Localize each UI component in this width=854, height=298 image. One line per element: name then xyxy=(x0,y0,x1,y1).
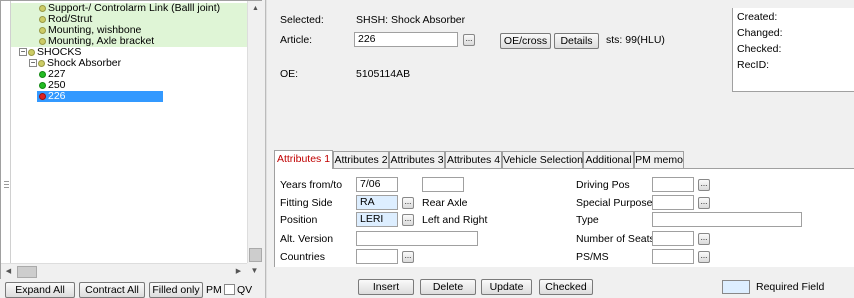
scroll-thumb[interactable] xyxy=(249,248,262,262)
created-label: Created: xyxy=(737,11,778,23)
year-from-input[interactable]: 7/06 xyxy=(356,177,398,192)
article-input[interactable]: 226 xyxy=(354,32,458,47)
countries-lookup-button[interactable]: ... xyxy=(402,251,414,263)
scroll-right-icon[interactable]: ▶ xyxy=(231,264,246,280)
status-dot-icon xyxy=(39,70,46,78)
oe-cross-button[interactable]: OE/cross xyxy=(500,33,551,49)
tree-item[interactable]: 226 xyxy=(37,91,163,102)
alt-version-input[interactable] xyxy=(356,231,478,246)
tree-item-label: 226 xyxy=(48,90,66,102)
oe-label: OE: xyxy=(280,68,299,80)
tree-view[interactable]: Support-/ Controlarm Link (Balll joint) R… xyxy=(1,1,247,263)
psms-label: PS/MS xyxy=(576,251,609,263)
splitter[interactable] xyxy=(265,0,267,298)
checked-button[interactable]: Checked xyxy=(539,279,593,295)
tab-attributes-3[interactable]: Attributes 3 xyxy=(389,151,445,169)
qv-label: QV xyxy=(237,284,253,296)
tab-attributes-4[interactable]: Attributes 4 xyxy=(445,151,502,169)
special-purpose-lookup-button[interactable]: ... xyxy=(698,197,710,209)
tree-horizontal-scrollbar[interactable]: ◀ ▶ xyxy=(1,263,247,279)
hscroll-thumb[interactable] xyxy=(17,266,37,278)
number-of-seats-input[interactable] xyxy=(652,231,694,246)
pm-checkbox[interactable] xyxy=(224,284,235,295)
status-dot-icon xyxy=(39,4,46,12)
position-label: Position xyxy=(280,214,318,226)
fitting-side-description: Rear Axle xyxy=(422,197,468,209)
application-window: Support-/ Controlarm Link (Balll joint) R… xyxy=(0,0,854,298)
position-input[interactable]: LERI xyxy=(356,212,398,227)
tab-additional[interactable]: Additional xyxy=(583,151,634,169)
special-purpose-label: Special Purpose xyxy=(576,197,653,209)
status-dot-icon xyxy=(39,81,46,89)
year-to-input[interactable] xyxy=(422,177,464,192)
contract-all-button[interactable]: Contract All xyxy=(79,282,145,298)
record-meta-panel: Created: Changed: Checked: RecID: xyxy=(732,8,854,92)
collapse-icon[interactable]: − xyxy=(19,48,27,57)
expand-all-button[interactable]: Expand All xyxy=(5,282,75,298)
checked-label: Checked: xyxy=(737,43,782,55)
selected-value: SHSH: Shock Absorber xyxy=(356,14,466,26)
tree-gutter xyxy=(1,1,11,263)
article-label: Article: xyxy=(280,34,313,46)
tab-attributes-2[interactable]: Attributes 2 xyxy=(333,151,389,169)
status-dot-icon xyxy=(39,92,46,100)
position-lookup-button[interactable]: ... xyxy=(402,214,414,226)
tab-pm-memo[interactable]: PM memo xyxy=(634,151,684,169)
fitting-side-label: Fitting Side xyxy=(280,197,333,209)
status-dot-icon xyxy=(28,48,35,56)
psms-input[interactable] xyxy=(652,249,694,264)
changed-label: Changed: xyxy=(737,27,783,39)
driving-pos-lookup-button[interactable]: ... xyxy=(698,179,710,191)
recid-label: RecID: xyxy=(737,59,770,71)
status-dot-icon xyxy=(39,15,46,23)
fitting-side-lookup-button[interactable]: ... xyxy=(402,197,414,209)
filled-only-button[interactable]: Filled only xyxy=(149,282,203,298)
years-label: Years from/to xyxy=(280,179,343,191)
status-dot-icon xyxy=(39,26,46,34)
driving-pos-label: Driving Pos xyxy=(576,179,630,191)
status-dot-icon xyxy=(39,37,46,45)
pm-label: PM xyxy=(206,284,222,296)
psms-lookup-button[interactable]: ... xyxy=(698,251,710,263)
status-text: sts: 99(HLU) xyxy=(606,34,665,46)
tab-vehicle-selection[interactable]: Vehicle Selection xyxy=(502,151,583,169)
special-purpose-input[interactable] xyxy=(652,195,694,210)
alt-version-label: Alt. Version xyxy=(280,233,334,245)
tree-item[interactable]: Support-/ Controlarm Link (Balll joint) xyxy=(11,3,247,14)
selected-label: Selected: xyxy=(280,14,324,26)
type-label: Type xyxy=(576,214,599,226)
required-field-label: Required Field xyxy=(756,281,825,293)
scroll-down-icon[interactable]: ▼ xyxy=(247,263,262,279)
type-input[interactable] xyxy=(652,212,802,227)
tree-item[interactable]: − Shock Absorber xyxy=(11,58,121,69)
update-button[interactable]: Update xyxy=(481,279,532,295)
required-field-swatch xyxy=(722,280,750,294)
driving-pos-input[interactable] xyxy=(652,177,694,192)
category-tree-panel: Support-/ Controlarm Link (Balll joint) R… xyxy=(0,0,262,279)
details-button[interactable]: Details xyxy=(554,33,599,49)
status-dot-icon xyxy=(38,59,45,67)
article-lookup-button[interactable]: ... xyxy=(463,34,475,46)
collapse-icon[interactable]: − xyxy=(29,59,37,68)
tree-vertical-scrollbar[interactable]: ▲ xyxy=(247,1,262,263)
delete-button[interactable]: Delete xyxy=(420,279,476,295)
number-of-seats-lookup-button[interactable]: ... xyxy=(698,233,710,245)
insert-button[interactable]: Insert xyxy=(358,279,414,295)
scroll-left-icon[interactable]: ◀ xyxy=(1,264,16,280)
fitting-side-input[interactable]: RA xyxy=(356,195,398,210)
position-description: Left and Right xyxy=(422,214,488,226)
scroll-up-icon[interactable]: ▲ xyxy=(248,1,263,16)
oe-value: 5105114AB xyxy=(356,68,411,80)
countries-label: Countries xyxy=(280,251,325,263)
tab-attributes-1[interactable]: Attributes 1 xyxy=(274,150,333,169)
countries-input[interactable] xyxy=(356,249,398,264)
number-of-seats-label: Number of Seats xyxy=(576,233,655,245)
